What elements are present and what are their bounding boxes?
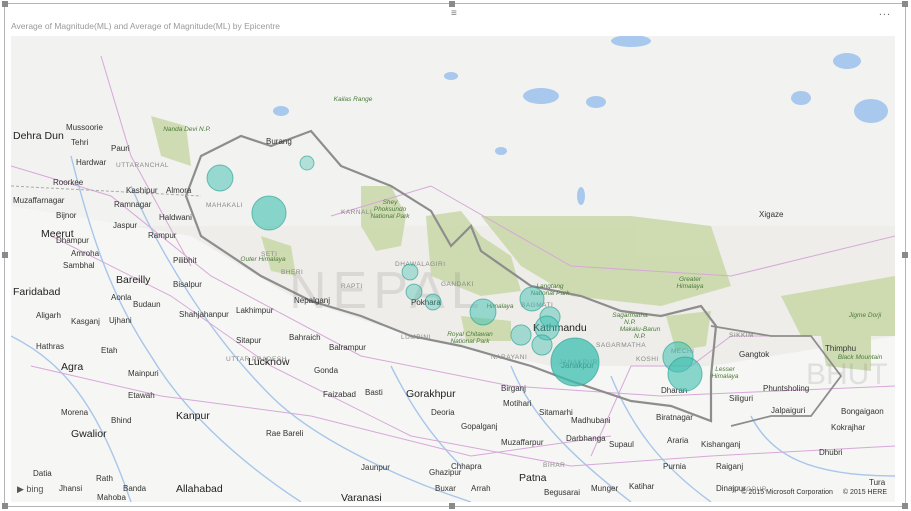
copyright-here: © 2015 HERE bbox=[842, 489, 887, 496]
resize-handle-top[interactable] bbox=[449, 1, 455, 7]
resize-handle-top-right[interactable] bbox=[902, 1, 908, 7]
epicentre-bubble[interactable] bbox=[550, 337, 600, 387]
resize-handle-bottom[interactable] bbox=[449, 503, 455, 509]
bing-logo: ▶ bing bbox=[17, 484, 44, 494]
more-options-button[interactable]: ... bbox=[879, 6, 891, 18]
epicentre-bubble[interactable] bbox=[251, 195, 287, 231]
bing-map[interactable]: NEPAL BHUT Dehra Dun Mussoorie Tehri Pauri H… bbox=[11, 36, 895, 502]
epicentre-bubble[interactable] bbox=[510, 324, 532, 346]
epicentre-bubble[interactable] bbox=[667, 356, 703, 392]
epicentre-bubble[interactable] bbox=[424, 293, 442, 311]
epicentre-bubble[interactable] bbox=[531, 334, 553, 356]
epicentre-bubble[interactable] bbox=[299, 155, 315, 171]
epicentre-bubble[interactable] bbox=[405, 283, 423, 301]
visual-title: Average of Magnitude(ML) and Average of … bbox=[11, 21, 281, 31]
copyright-microsoft: © 2015 Microsoft Corporation bbox=[741, 489, 833, 496]
epicentre-bubble[interactable] bbox=[206, 164, 234, 192]
bubble-layer bbox=[206, 155, 703, 392]
drag-grip-icon[interactable]: ≡ bbox=[451, 9, 457, 19]
resize-handle-right[interactable] bbox=[902, 252, 908, 258]
resize-handle-bottom-left[interactable] bbox=[2, 503, 8, 509]
epicentre-bubble[interactable] bbox=[519, 286, 545, 312]
resize-handle-top-left[interactable] bbox=[2, 1, 8, 7]
resize-handle-bottom-right[interactable] bbox=[902, 503, 908, 509]
resize-handle-left[interactable] bbox=[2, 252, 8, 258]
epicentre-bubble[interactable] bbox=[469, 298, 497, 326]
map-copyright: © 2015 Microsoft Corporation © 2015 HERE bbox=[733, 489, 887, 496]
epicentre-bubble[interactable] bbox=[401, 263, 419, 281]
